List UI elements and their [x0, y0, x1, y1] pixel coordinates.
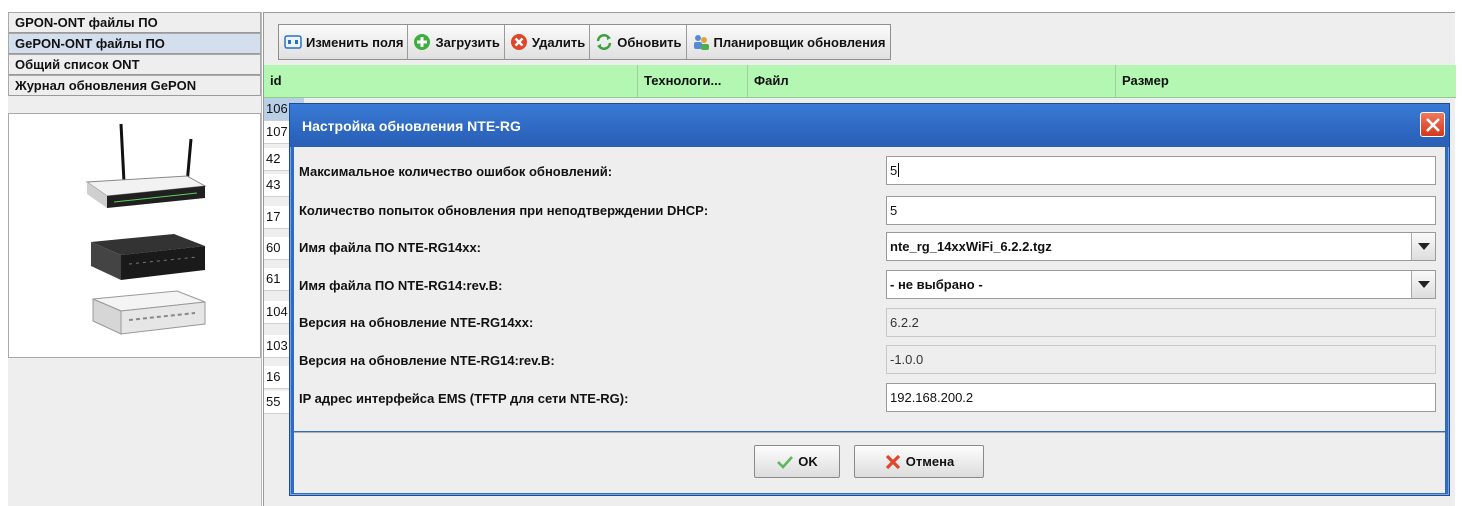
toolbar: Изменить поля Загрузить Удалить Обновить… [278, 24, 891, 60]
sidebar-item-gepon-ont-firmware[interactable]: GePON-ONT файлы ПО [8, 33, 261, 54]
upload-button[interactable]: Загрузить [408, 25, 505, 59]
sidebar-item-gpon-ont-firmware[interactable]: GPON-ONT файлы ПО [8, 12, 261, 33]
dialog-title-bar[interactable]: Настройка обновления NTE-RG [290, 104, 1449, 147]
delete-label: Удалить [531, 34, 586, 50]
scheduler-icon [692, 33, 710, 51]
table-header: id Технологи... Файл Размер [264, 65, 1456, 98]
firmware-rg14xx-label: Имя файла ПО NTE-RG14xx: [299, 240, 481, 255]
version-rg14-revb-field: -1.0.0 [886, 345, 1436, 374]
edit-fields-icon [284, 33, 302, 51]
wifi-router-icon [85, 123, 207, 208]
ems-ip-address-input[interactable]: 192.168.200.2 [886, 383, 1436, 412]
update-scheduler-button[interactable]: Планировщик обновления [686, 25, 890, 59]
dialog-title: Настройка обновления NTE-RG [302, 118, 521, 134]
dialog-close-button[interactable] [1420, 112, 1445, 137]
firmware-rg14-revb-label: Имя файла ПО NTE-RG14:rev.B: [299, 278, 503, 293]
refresh-label: Обновить [617, 34, 682, 50]
firmware-rg14xx-select[interactable]: nte_rg_14xxWiFi_6.2.2.tgz [886, 232, 1436, 261]
delete-icon [510, 33, 528, 51]
ok-button[interactable]: OK [754, 445, 840, 478]
max-update-errors-input[interactable]: 5 [886, 156, 1436, 185]
column-header-size[interactable]: Размер [1116, 65, 1456, 97]
dhcp-retry-count-label: Количество попыток обновления при неподт… [299, 203, 709, 218]
close-icon [1426, 118, 1440, 132]
edit-fields-label: Изменить поля [306, 34, 404, 50]
delete-button[interactable]: Удалить [504, 25, 591, 59]
ems-ip-address-label: IP адрес интерфейса EMS (TFTP для сети N… [299, 391, 629, 406]
nte-rg-update-settings-dialog: Настройка обновления NTE-RG Максимальное… [289, 103, 1450, 496]
version-rg14xx-label: Версия на обновление NTE-RG14xx: [299, 315, 534, 330]
version-rg14-revb-label: Версия на обновление NTE-RG14:rev.B: [299, 353, 555, 368]
firmware-rg14xx-value: nte_rg_14xxWiFi_6.2.2.tgz [890, 239, 1052, 254]
text-caret [898, 163, 900, 177]
edit-fields-button[interactable]: Изменить поля [279, 25, 409, 59]
update-scheduler-label: Планировщик обновления [713, 34, 886, 50]
left-panel: GPON-ONT файлы ПО GePON-ONT файлы ПО Общ… [8, 12, 262, 506]
upload-label: Загрузить [435, 34, 500, 50]
refresh-button[interactable]: Обновить [590, 25, 687, 59]
cancel-label: Отмена [905, 454, 955, 469]
dialog-body: Максимальное количество ошибок обновлени… [294, 147, 1445, 431]
firmware-rg14-revb-value: - не выбрано - [890, 277, 983, 292]
dialog-footer: OK Отмена [294, 432, 1445, 493]
cross-icon [884, 454, 902, 470]
cancel-button[interactable]: Отмена [854, 445, 984, 478]
firmware-rg14-revb-select[interactable]: - не выбрано - [886, 270, 1436, 299]
column-header-technology[interactable]: Технологи... [638, 65, 748, 97]
max-update-errors-label: Максимальное количество ошибок обновлени… [299, 164, 613, 179]
add-icon [413, 33, 431, 51]
sidebar-item-gepon-update-log[interactable]: Журнал обновления GePON [8, 75, 261, 96]
chevron-down-icon[interactable] [1411, 233, 1435, 260]
refresh-icon [595, 33, 613, 51]
chevron-down-icon[interactable] [1411, 271, 1435, 298]
white-ont-icon [92, 290, 206, 335]
ok-label: OK [798, 454, 818, 469]
dhcp-retry-count-input[interactable]: 5 [886, 196, 1436, 225]
ont-devices-illustration [85, 123, 207, 335]
max-update-errors-value: 5 [890, 163, 898, 178]
device-images-panel [8, 113, 261, 358]
sidebar-item-ont-list[interactable]: Общий список ONT [8, 54, 261, 75]
version-rg14xx-field: 6.2.2 [886, 308, 1436, 337]
column-header-file[interactable]: Файл [748, 65, 1116, 97]
column-header-id[interactable]: id [264, 65, 638, 97]
black-ont-icon [91, 234, 205, 280]
checkmark-icon [776, 454, 794, 470]
